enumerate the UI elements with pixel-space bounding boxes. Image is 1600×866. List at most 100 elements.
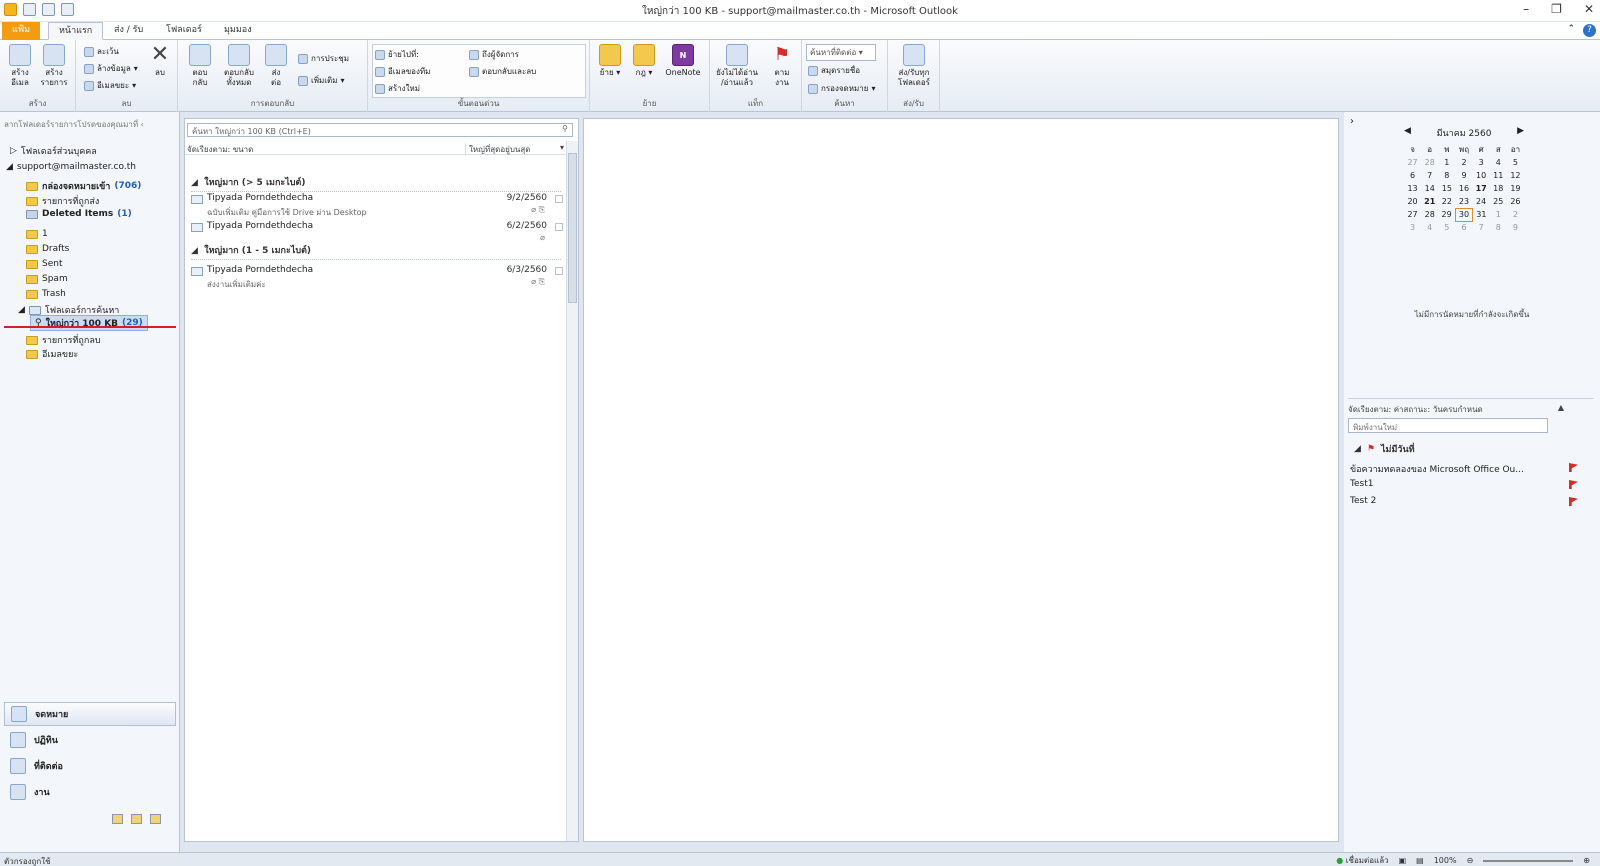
calendar-day[interactable]: 7: [1473, 221, 1490, 234]
calendar-day[interactable]: 10: [1473, 169, 1490, 182]
calendar-day[interactable]: 1: [1438, 156, 1455, 169]
chevron-down-icon[interactable]: ▾: [560, 143, 564, 152]
flag-icon[interactable]: [1569, 480, 1578, 489]
more-respond-button[interactable]: เพิ่มเติม ▾: [298, 74, 345, 87]
calendar-day[interactable]: 18: [1490, 182, 1507, 195]
folder-1[interactable]: 1: [26, 229, 48, 239]
account-root[interactable]: ◢ support@mailmaster.co.th: [6, 162, 136, 172]
rules-button[interactable]: กฎ ▾: [628, 44, 660, 78]
list-item[interactable]: Tipyada Porndethdecha 9/2/2560 ฉบับเพิ่ม…: [189, 193, 565, 219]
qs-reply-delete[interactable]: ตอบกลับและลบ: [469, 65, 536, 78]
folder-junk[interactable]: อีเมลขยะ: [26, 347, 78, 361]
calendar-day[interactable]: 20: [1404, 195, 1421, 208]
collapse-nav-icon[interactable]: ‹: [141, 120, 144, 129]
folder-sent-items[interactable]: รายการที่ถูกส่ง: [26, 194, 99, 208]
calendar-day[interactable]: 26: [1507, 195, 1524, 208]
group-header[interactable]: ◢ ใหญ่มาก (1 - 5 เมกะไบต์): [191, 243, 561, 260]
search-icon[interactable]: ⚲: [562, 124, 568, 133]
folder-larger-100kb[interactable]: ⚲ ใหญ่กว่า 100 KB (29): [30, 315, 148, 331]
calendar-day[interactable]: 2: [1507, 208, 1524, 221]
task-item[interactable]: Test1: [1350, 479, 1560, 489]
tab-folder[interactable]: โฟลเดอร์: [156, 22, 212, 40]
sort-order[interactable]: ใหญ่ที่สุดอยู่บนสุด: [465, 143, 530, 156]
new-items-button[interactable]: สร้าง รายการ: [38, 44, 70, 88]
move-button[interactable]: ย้าย ▾: [594, 44, 626, 78]
task-arrange-header[interactable]: จัดเรียงตาม: ค่าสถานะ: วันครบกำหนด ▲: [1348, 398, 1594, 416]
calendar-day[interactable]: 11: [1490, 169, 1507, 182]
prev-month-icon[interactable]: ◀: [1404, 126, 1411, 140]
qs-create-new[interactable]: สร้างใหม่: [375, 82, 420, 95]
calendar-day[interactable]: 27: [1404, 156, 1421, 169]
task-item[interactable]: Test 2: [1350, 496, 1560, 506]
zoom-level[interactable]: 100%: [1434, 856, 1457, 865]
calendar-day[interactable]: 23: [1455, 195, 1472, 208]
follow-up-button[interactable]: ⚑ ตาม งาน: [766, 44, 798, 88]
new-email-button[interactable]: สร้าง อีเมล: [4, 44, 36, 88]
reading-view-icon[interactable]: ▤: [1416, 856, 1424, 865]
calendar-day[interactable]: 1: [1490, 208, 1507, 221]
help-icon[interactable]: ?: [1583, 24, 1596, 37]
calendar-day[interactable]: 8: [1490, 221, 1507, 234]
junk-button[interactable]: อีเมลขยะ ▾: [84, 79, 136, 92]
nav-tasks[interactable]: งาน: [4, 780, 176, 804]
restore-button[interactable]: ❐: [1551, 2, 1562, 16]
calendar-day[interactable]: 6: [1404, 169, 1421, 182]
qs-move-to[interactable]: ย้ายไปที่:: [375, 48, 419, 61]
calendar-day[interactable]: 30: [1454, 207, 1474, 222]
calendar-day[interactable]: 2: [1455, 156, 1472, 169]
list-item[interactable]: Tipyada Porndethdecha 6/2/2560 ⌀: [189, 221, 565, 242]
shortcuts-icon[interactable]: [150, 814, 161, 824]
calendar-day[interactable]: 24: [1473, 195, 1490, 208]
calendar-day[interactable]: 28: [1421, 156, 1438, 169]
forward-button[interactable]: ส่ง ต่อ: [260, 44, 292, 88]
calendar-day[interactable]: 7: [1421, 169, 1438, 182]
sort-by[interactable]: จัดเรียงตาม: ขนาด: [187, 143, 253, 156]
flag-icon[interactable]: [555, 195, 563, 203]
flag-icon[interactable]: [555, 223, 563, 231]
address-book-button[interactable]: สมุดรายชื่อ: [808, 64, 860, 77]
list-item[interactable]: Tipyada Porndethdecha 6/3/2560 ส่งงานเพิ…: [189, 265, 565, 291]
calendar-day[interactable]: 12: [1507, 169, 1524, 182]
send-receive-all-button[interactable]: ส่ง/รับทุก โฟลเดอร์: [894, 44, 934, 88]
calendar-day[interactable]: 6: [1455, 221, 1472, 234]
calendar-day[interactable]: 4: [1421, 221, 1438, 234]
folder-list-icon[interactable]: [131, 814, 142, 824]
zoom-out-icon[interactable]: ⊖: [1467, 856, 1474, 865]
calendar-day[interactable]: 16: [1455, 182, 1472, 195]
filter-email-button[interactable]: กรองจดหมาย ▾: [808, 82, 875, 95]
folder-deleted-th[interactable]: รายการที่ถูกลบ: [26, 333, 101, 347]
nav-contacts[interactable]: ที่ติดต่อ: [4, 754, 176, 778]
new-task-input[interactable]: พิมพ์งานใหม่: [1348, 418, 1548, 433]
expand-todo-icon[interactable]: ›: [1350, 116, 1354, 127]
notes-icon[interactable]: [112, 814, 123, 824]
ignore-button[interactable]: ละเว้น: [84, 45, 119, 58]
calendar-day[interactable]: 19: [1507, 182, 1524, 195]
ribbon-minimize-icon[interactable]: ⌃: [1567, 24, 1575, 37]
folder-inbox[interactable]: กล่องจดหมายเข้า (706): [26, 179, 141, 193]
personal-folders[interactable]: ▷ โฟลเดอร์ส่วนบุคคล: [10, 144, 97, 158]
calendar-day[interactable]: 27: [1404, 208, 1421, 221]
cleanup-button[interactable]: ล้างข้อมูล ▾: [84, 62, 138, 75]
next-month-icon[interactable]: ▶: [1517, 126, 1524, 140]
zoom-in-icon[interactable]: ⊕: [1583, 856, 1590, 865]
calendar-day[interactable]: 29: [1438, 208, 1455, 221]
flag-icon[interactable]: [1569, 463, 1578, 472]
minimize-button[interactable]: –: [1523, 2, 1529, 16]
calendar-day[interactable]: 9: [1455, 169, 1472, 182]
reply-all-button[interactable]: ตอบกลับ ทั้งหมด: [220, 44, 258, 88]
calendar-day[interactable]: 9: [1507, 221, 1524, 234]
zoom-slider[interactable]: [1483, 859, 1574, 862]
folder-deleted-items[interactable]: Deleted Items (1): [26, 209, 132, 219]
unread-read-button[interactable]: ยังไม่ได้อ่าน /อ่านแล้ว: [714, 44, 760, 88]
search-input[interactable]: ค้นหา ใหญ่กว่า 100 KB (Ctrl+E) ⚲: [187, 123, 573, 137]
qs-team-email[interactable]: อีเมลของทีม: [375, 65, 430, 78]
calendar-day[interactable]: 3: [1473, 156, 1490, 169]
folder-sent[interactable]: Sent: [26, 259, 62, 269]
calendar-day[interactable]: 21: [1421, 195, 1438, 208]
calendar-day[interactable]: 14: [1421, 182, 1438, 195]
flag-icon[interactable]: [1569, 497, 1578, 506]
tab-view[interactable]: มุมมอง: [214, 22, 262, 40]
calendar-day[interactable]: 31: [1473, 208, 1490, 221]
delete-button[interactable]: ✕ ลบ: [144, 44, 176, 78]
calendar-day[interactable]: 4: [1490, 156, 1507, 169]
